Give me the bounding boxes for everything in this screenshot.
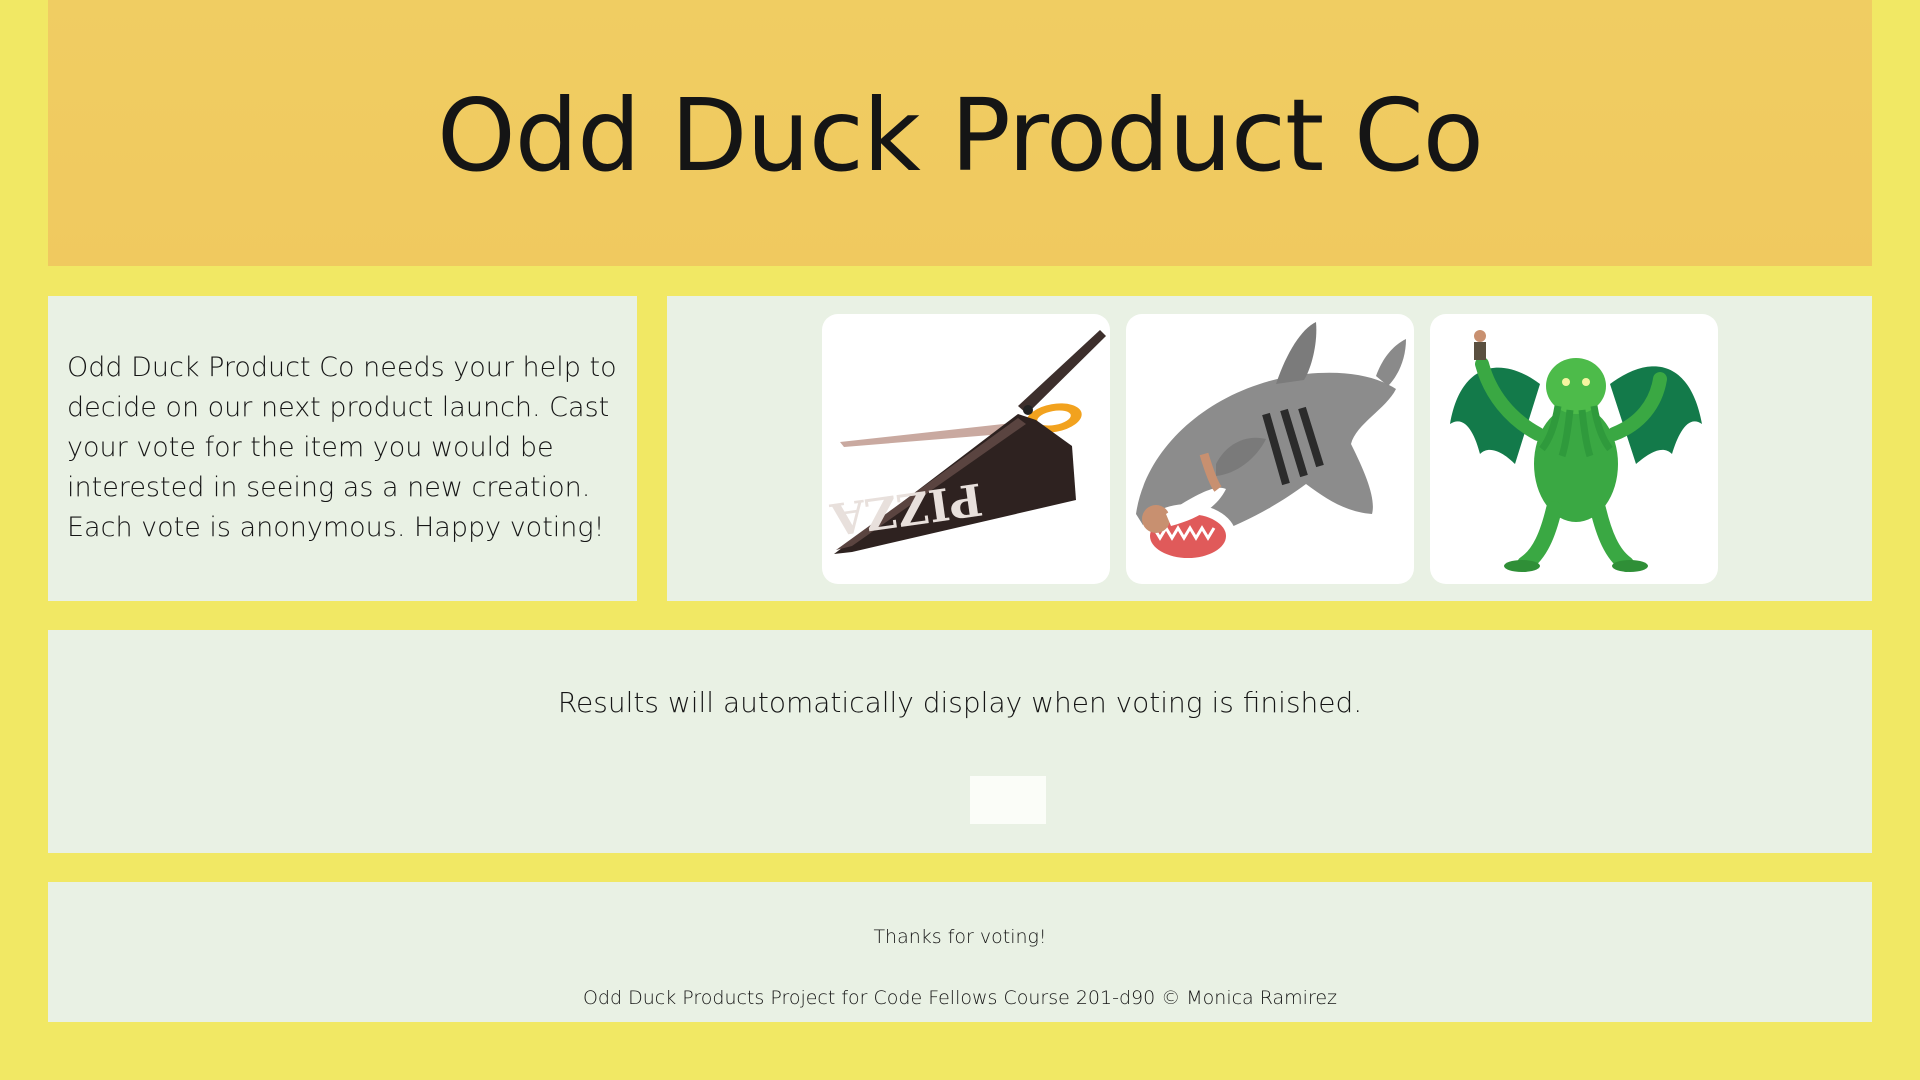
svg-text:PIZZA: PIZZA: [826, 472, 985, 544]
results-message: Results will automatically display when …: [557, 686, 1363, 719]
product-card-shark-sleeping-bag[interactable]: [1125, 313, 1414, 584]
view-results-button[interactable]: [970, 776, 1046, 824]
page-title: Odd Duck Product Co: [437, 76, 1484, 194]
product-card-cthulhu-figure[interactable]: [1429, 313, 1718, 584]
thanks-text: Thanks for voting!: [873, 926, 1047, 948]
credit-text: Odd Duck Products Project for Code Fello…: [582, 987, 1338, 1009]
product-voting-area: PIZZA: [667, 296, 1872, 601]
intro-panel: Odd Duck Product Co needs your help to d…: [48, 296, 637, 601]
site-header: Odd Duck Product Co: [48, 0, 1872, 266]
product-card-pizza-scissors[interactable]: PIZZA: [821, 313, 1110, 584]
shark-image: [1135, 321, 1406, 568]
results-panel: Results will automatically display when …: [48, 630, 1872, 853]
pizza-scissors-image: PIZZA: [826, 329, 1106, 554]
cthulhu-image: [1449, 329, 1702, 572]
intro-text: Odd Duck Product Co needs your help to d…: [67, 352, 617, 543]
site-footer: Thanks for voting! Odd Duck Products Pro…: [48, 882, 1872, 1022]
